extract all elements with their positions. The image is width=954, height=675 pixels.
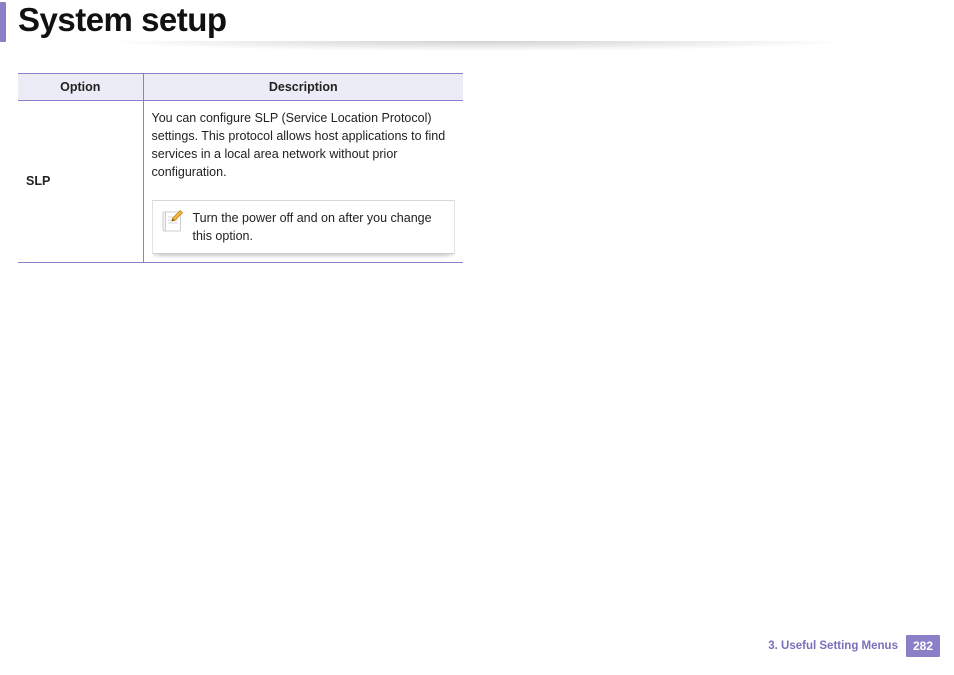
table-row: SLP You can configure SLP (Service Locat… <box>18 101 463 263</box>
title-area: System setup <box>0 0 954 39</box>
title-shadow <box>0 41 954 55</box>
col-header-description: Description <box>143 74 463 101</box>
note-box: Turn the power off and on after you chan… <box>152 200 456 254</box>
option-name: SLP <box>18 101 143 263</box>
option-description-text: You can configure SLP (Service Location … <box>152 109 456 182</box>
page-title: System setup <box>18 0 954 39</box>
options-table: Option Description SLP You can configure… <box>18 73 463 263</box>
footer-section-label: 3. Useful Setting Menus <box>768 640 898 652</box>
table-header-row: Option Description <box>18 74 463 101</box>
content-area: Option Description SLP You can configure… <box>0 73 954 263</box>
note-text: Turn the power off and on after you chan… <box>193 209 445 245</box>
note-pencil-icon <box>161 209 183 235</box>
option-description-cell: You can configure SLP (Service Location … <box>143 101 463 263</box>
page-footer: 3. Useful Setting Menus 282 <box>768 635 940 657</box>
title-accent-bar <box>0 2 6 42</box>
col-header-option: Option <box>18 74 143 101</box>
footer-page-number: 282 <box>906 635 940 657</box>
